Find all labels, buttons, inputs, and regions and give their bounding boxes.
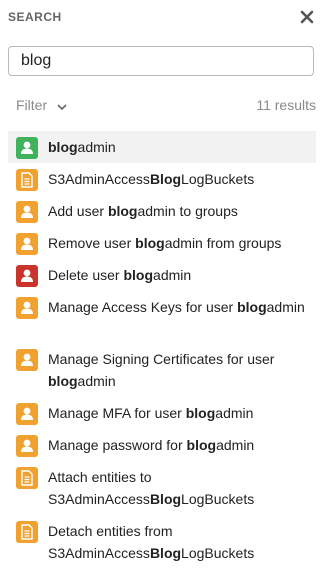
result-text: Manage Signing Certificates for user bbox=[48, 351, 275, 367]
result-text: LogBuckets bbox=[181, 171, 255, 187]
user-icon bbox=[16, 137, 38, 159]
result-label: S3AdminAccessBlogLogBuckets bbox=[48, 171, 254, 187]
filter-row: Filter 11 results bbox=[0, 94, 328, 116]
result-match-text: Blog bbox=[149, 545, 182, 561]
result-text: Manage password for bbox=[48, 437, 187, 453]
result-item[interactable]: S3AdminAccessBlogLogBuckets bbox=[8, 163, 316, 195]
result-label: Remove user blogadmin from groups bbox=[48, 235, 281, 251]
result-item[interactable]: Manage Access Keys for user blogadmin bbox=[8, 291, 316, 343]
file-icon bbox=[16, 169, 38, 191]
result-item[interactable]: Manage MFA for user blogadmin bbox=[8, 397, 316, 429]
result-label: Manage password for blogadmin bbox=[48, 437, 254, 453]
user-icon bbox=[16, 403, 38, 425]
result-item[interactable]: Detach entities from S3AdminAccessBlogLo… bbox=[8, 515, 316, 569]
result-match-text: blog bbox=[107, 203, 138, 219]
search-box bbox=[8, 46, 314, 76]
result-text: admin bbox=[77, 373, 116, 389]
result-label: Manage Access Keys for user blogadmin bbox=[48, 299, 305, 315]
user-icon bbox=[16, 201, 38, 223]
result-label: Delete user blogadmin bbox=[48, 267, 191, 283]
result-text: Manage Access Keys for user bbox=[48, 299, 238, 315]
result-match-text: blog bbox=[186, 437, 217, 453]
user-icon bbox=[16, 435, 38, 457]
filter-label: Filter bbox=[16, 97, 48, 113]
chevron-down-icon bbox=[57, 98, 67, 114]
result-match-text: blog bbox=[48, 373, 78, 389]
result-text: admin bbox=[266, 299, 305, 315]
result-item[interactable]: Manage Signing Certificates for user blo… bbox=[8, 343, 316, 397]
result-text: Delete user bbox=[48, 267, 124, 283]
search-panel-header: SEARCH bbox=[0, 0, 328, 34]
result-text: admin bbox=[216, 437, 255, 453]
result-label: Manage Signing Certificates for user blo… bbox=[48, 351, 274, 389]
result-match-text: blog bbox=[135, 235, 165, 251]
result-text: Add user bbox=[48, 203, 108, 219]
filter-dropdown[interactable]: Filter bbox=[16, 97, 67, 114]
result-label: Attach entities to S3AdminAccessBlogLogB… bbox=[48, 469, 254, 507]
result-label: Add user blogadmin to groups bbox=[48, 203, 238, 219]
result-text: admin bbox=[77, 139, 116, 155]
results-list: blogadmin S3AdminAccessBlogLogBuckets Add … bbox=[8, 131, 316, 569]
result-item[interactable]: Delete user blogadmin bbox=[8, 259, 316, 291]
result-item[interactable]: Remove user blogadmin from groups bbox=[8, 227, 316, 259]
result-match-text: Blog bbox=[149, 491, 182, 507]
result-match-text: blog bbox=[48, 139, 78, 155]
result-item[interactable]: Attach entities to S3AdminAccessBlogLogB… bbox=[8, 461, 316, 515]
user-icon bbox=[16, 265, 38, 287]
result-match-text: blog bbox=[185, 405, 216, 421]
user-icon bbox=[16, 297, 38, 319]
close-icon[interactable] bbox=[298, 8, 316, 26]
result-label: blogadmin bbox=[48, 139, 116, 155]
panel-title: SEARCH bbox=[8, 10, 62, 24]
result-label: Manage MFA for user blogadmin bbox=[48, 405, 253, 421]
file-icon bbox=[16, 521, 38, 543]
user-icon bbox=[16, 233, 38, 255]
search-input[interactable] bbox=[9, 47, 313, 75]
result-text: LogBuckets bbox=[181, 545, 255, 561]
result-text: admin from groups bbox=[164, 235, 282, 251]
result-text: Manage MFA for user bbox=[48, 405, 186, 421]
file-icon bbox=[16, 467, 38, 489]
result-match-text: blog bbox=[123, 267, 154, 283]
result-match-text: blog bbox=[237, 299, 267, 315]
result-text: S3AdminAccess bbox=[48, 171, 150, 187]
result-item[interactable]: Add user blogadmin to groups bbox=[8, 195, 316, 227]
result-label: Detach entities from S3AdminAccessBlogLo… bbox=[48, 523, 254, 561]
result-text: admin bbox=[153, 267, 192, 283]
result-text: admin to groups bbox=[137, 203, 238, 219]
result-match-text: Blog bbox=[149, 171, 182, 187]
result-text: Attach entities to S3AdminAccess bbox=[48, 469, 152, 507]
user-icon bbox=[16, 349, 38, 371]
result-item[interactable]: Manage password for blogadmin bbox=[8, 429, 316, 461]
result-item[interactable]: blogadmin bbox=[8, 131, 316, 163]
result-text: LogBuckets bbox=[181, 491, 255, 507]
results-count: 11 results bbox=[256, 97, 316, 113]
result-text: admin bbox=[215, 405, 254, 421]
result-text: Remove user bbox=[48, 235, 136, 251]
